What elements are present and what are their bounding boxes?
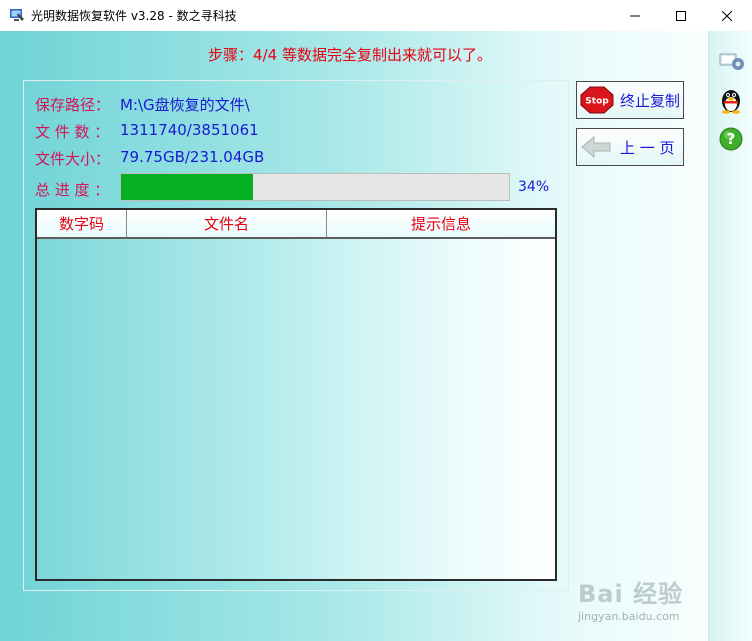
qq-penguin-icon[interactable]: [718, 86, 742, 114]
previous-page-label: 上 一 页: [620, 138, 675, 157]
network-settings-icon[interactable]: [718, 46, 744, 70]
close-icon: [722, 10, 732, 21]
results-table[interactable]: 数字码 文件名 提示信息: [35, 208, 557, 581]
save-path-value: M:\G盘恢复的文件\: [120, 96, 250, 114]
column-header-filename[interactable]: 文件名: [127, 210, 327, 237]
progress-bar-fill: [121, 174, 253, 200]
help-icon[interactable]: ?: [718, 126, 743, 151]
file-count-label: 文 件 数 ：: [35, 123, 110, 141]
back-arrow-icon: [580, 133, 614, 161]
file-size-value: 79.75GB/231.04GB: [120, 148, 265, 166]
svg-text:Stop: Stop: [585, 97, 609, 107]
progress-bar: [120, 173, 510, 201]
stop-copy-label: 终止复制: [620, 91, 681, 110]
minimize-button[interactable]: [612, 0, 658, 31]
step-indicator: 步骤：4/4 等数据完全复制出来就可以了。: [208, 46, 492, 64]
svg-text:?: ?: [727, 130, 736, 148]
save-path-label: 保存路径：: [35, 96, 111, 114]
stop-icon: Stop: [580, 86, 614, 114]
right-toolbar: [708, 31, 752, 641]
maximize-button[interactable]: [658, 0, 704, 31]
watermark-logo: Bai 经验: [578, 580, 684, 608]
watermark-url: jingyan.baidu.com: [578, 610, 680, 623]
progress-percent: 34%: [518, 179, 550, 195]
maximize-icon: [676, 10, 686, 21]
file-count-value: 1311740/3851061: [120, 121, 259, 139]
column-header-message[interactable]: 提示信息: [327, 210, 555, 237]
file-size-label: 文件大小：: [35, 150, 111, 168]
window-title: 光明数据恢复软件 v3.28 - 数之寻科技: [31, 9, 237, 23]
table-header: 数字码 文件名 提示信息: [37, 210, 555, 239]
close-button[interactable]: [704, 0, 750, 31]
previous-page-button[interactable]: 上 一 页: [576, 128, 684, 166]
stop-copy-button[interactable]: Stop 终止复制: [576, 81, 684, 119]
column-header-code[interactable]: 数字码: [37, 210, 127, 237]
progress-label: 总 进 度 ：: [35, 181, 110, 199]
app-icon: [9, 7, 25, 23]
minimize-icon: [630, 15, 640, 16]
title-bar: 光明数据恢复软件 v3.28 - 数之寻科技: [0, 0, 752, 32]
